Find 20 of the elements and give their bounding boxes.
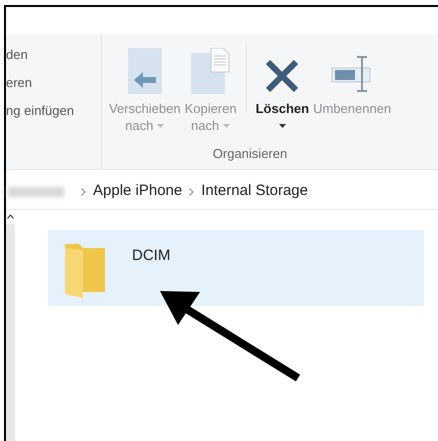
caret-icon xyxy=(223,124,230,128)
caret-icon xyxy=(157,124,164,128)
folder-item[interactable]: DCIM xyxy=(48,230,424,306)
group-label: Organisieren xyxy=(212,145,288,163)
move-icon xyxy=(128,48,162,94)
scroll-up-icon[interactable] xyxy=(7,214,14,219)
breadcrumb-item[interactable]: Internal Storage xyxy=(201,180,308,203)
ribbon-command[interactable]: eren xyxy=(6,74,101,91)
chevron-icon xyxy=(189,188,194,196)
breadcrumb-item[interactable]: Apple iPhone xyxy=(93,180,182,203)
delete-button[interactable]: Löschen xyxy=(254,44,310,134)
chevron-icon xyxy=(81,188,86,196)
item-name: DCIM xyxy=(132,246,170,266)
address-bar[interactable]: Apple iPhone Internal Storage xyxy=(6,174,438,210)
delete-icon xyxy=(264,58,300,94)
ribbon-command[interactable]: den xyxy=(6,46,101,63)
blurred-path xyxy=(8,186,64,196)
copy-icon xyxy=(190,48,231,94)
ribbon-command[interactable]: ng einfügen xyxy=(6,102,101,119)
caret-icon xyxy=(278,124,286,128)
